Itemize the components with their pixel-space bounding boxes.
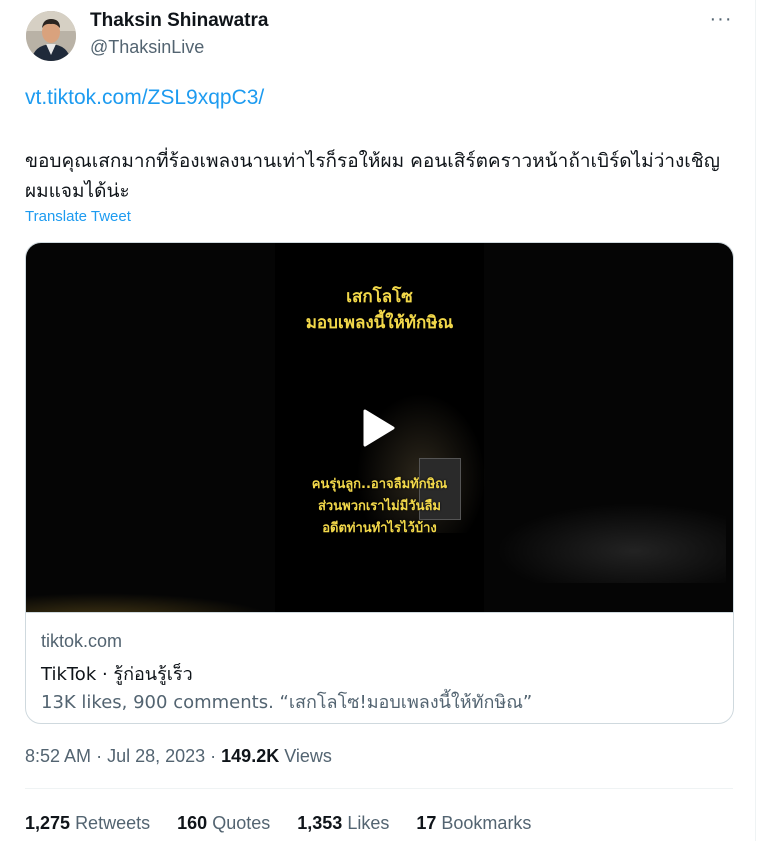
tweet-meta: 8:52 AM · Jul 28, 2023 · 149.2K Views: [25, 746, 332, 767]
meta-separator: ·: [210, 746, 222, 766]
tweet: Thaksin Shinawatra @ThaksinLive ··· vt.t…: [0, 0, 756, 841]
views-label: Views: [284, 746, 332, 766]
card-domain: tiktok.com: [41, 631, 123, 651]
tweet-text: ขอบคุณเสกมากที่ร้องเพลงนานเท่าไรก็รอให้ผ…: [25, 150, 720, 202]
video-caption-top: เสกโลโซ: [346, 287, 413, 307]
more-options-icon[interactable]: ···: [708, 9, 734, 32]
tweet-date[interactable]: Jul 28, 2023: [107, 746, 205, 766]
retweets-count: 1,275: [25, 813, 71, 833]
card-info[interactable]: tiktok.com TikTok · รู้ก่อนรู้เร็ว 13K l…: [26, 612, 733, 723]
author-handle[interactable]: @ThaksinLive: [90, 37, 204, 58]
tweet-stats: 1,275 Retweets 160 Quotes 1,353 Likes 17…: [25, 813, 553, 834]
video-caption-bottom: อดีตท่านทำไรไว้บ้าง: [322, 521, 437, 536]
card-description: 13K likes, 900 comments. “เสกโลโซ!มอบเพล…: [41, 692, 533, 713]
avatar[interactable]: [26, 11, 76, 61]
bookmarks-stat[interactable]: 17 Bookmarks: [416, 813, 531, 834]
profile-photo-icon: [26, 11, 76, 61]
author-name[interactable]: Thaksin Shinawatra: [90, 10, 268, 32]
stage-light: [26, 593, 276, 612]
card-title: TikTok · รู้ก่อนรู้เร็ว: [41, 664, 193, 685]
link-card[interactable]: เสกโลโซ มอบเพลงนี้ให้ทักษิณ คนรุ่นลูก..อ…: [25, 242, 734, 724]
play-icon[interactable]: [357, 407, 399, 449]
quotes-label: Quotes: [212, 813, 271, 833]
likes-label: Likes: [347, 813, 390, 833]
translate-tweet-link[interactable]: Translate Tweet: [25, 208, 131, 225]
bookmarks-count: 17: [416, 813, 437, 833]
bookmarks-label: Bookmarks: [441, 813, 532, 833]
quotes-count: 160: [177, 813, 208, 833]
video-caption-bottom: ส่วนพวกเราไม่มีวันลืม: [318, 499, 441, 514]
quotes-stat[interactable]: 160 Quotes: [177, 813, 270, 834]
divider: [25, 788, 733, 789]
likes-count: 1,353: [297, 813, 343, 833]
video-caption-top: มอบเพลงนี้ให้ทักษิณ: [305, 313, 454, 333]
tweet-link[interactable]: vt.tiktok.com/ZSL9xqpC3/: [25, 86, 264, 110]
video-caption-bottom: คนรุ่นลูก..อาจลืมทักษิณ: [311, 477, 448, 492]
stage-light: [496, 503, 726, 583]
meta-separator: ·: [96, 746, 108, 766]
retweets-stat[interactable]: 1,275 Retweets: [25, 813, 150, 834]
video-thumbnail[interactable]: เสกโลโซ มอบเพลงนี้ให้ทักษิณ คนรุ่นลูก..อ…: [26, 243, 733, 612]
views-count: 149.2K: [221, 746, 280, 766]
retweets-label: Retweets: [75, 813, 151, 833]
likes-stat[interactable]: 1,353 Likes: [297, 813, 389, 834]
tweet-time[interactable]: 8:52 AM: [25, 746, 91, 766]
